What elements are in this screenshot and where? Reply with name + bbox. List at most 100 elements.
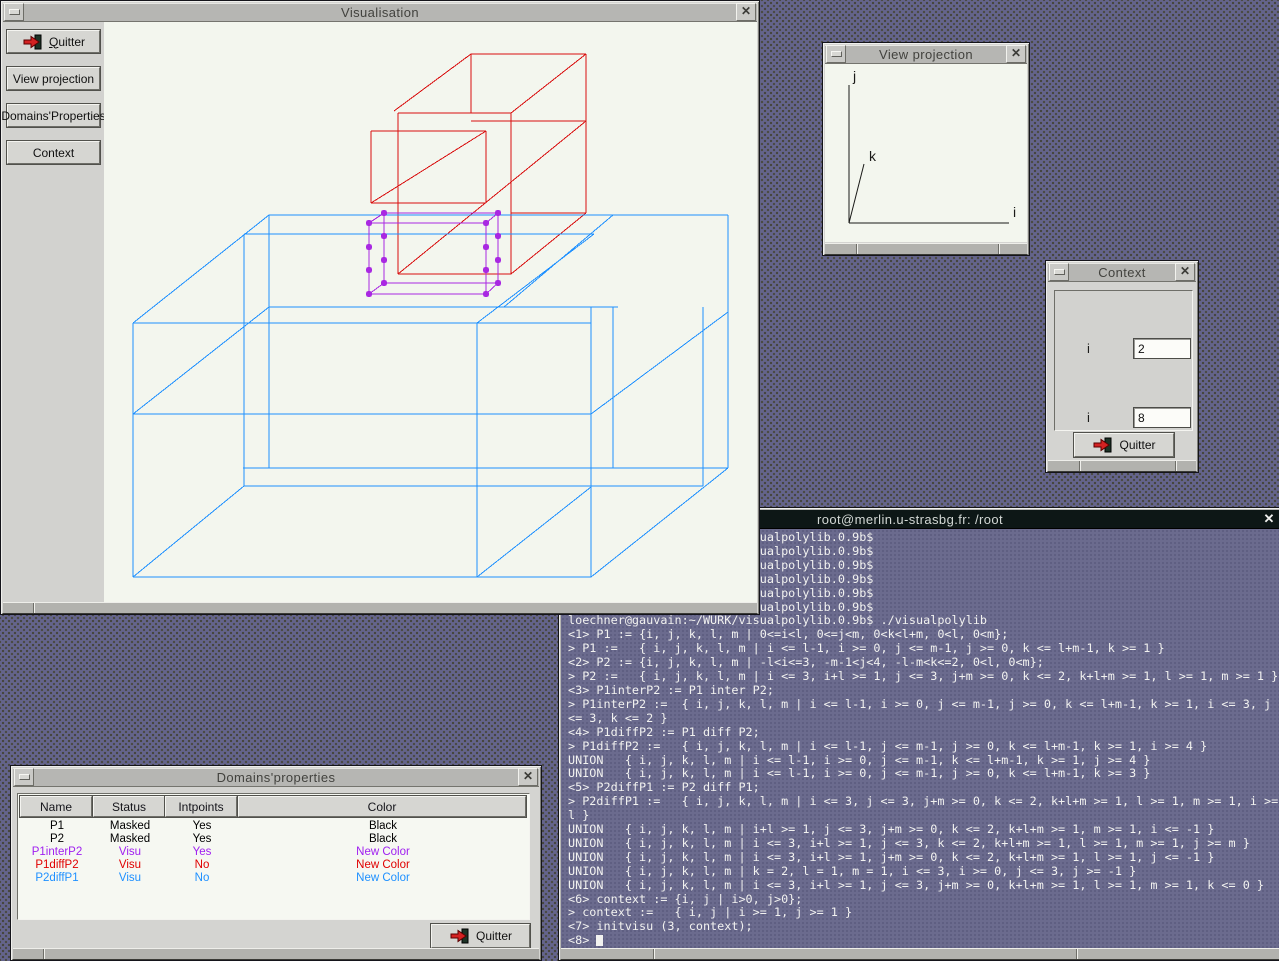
- table-row[interactable]: P1MaskedYesBlack: [20, 820, 527, 833]
- terminal-line: <1> P1 := {i, j, k, l, m | 0<=i<l, 0<=j<…: [568, 628, 1279, 642]
- context-window: Context ✕ i i Quitter: [1045, 260, 1199, 473]
- domains-table: Name Status Intpoints Color P1MaskedYesB…: [17, 793, 530, 920]
- cell-intpoints: Yes: [167, 820, 237, 832]
- column-header-name[interactable]: Name: [20, 796, 92, 817]
- cell-intpoints: No: [167, 872, 237, 884]
- quitter-button[interactable]: Quitter: [431, 924, 530, 948]
- resize-divider: [1079, 461, 1080, 471]
- quitter-button[interactable]: Quitter: [1074, 433, 1174, 457]
- exit-icon: [1092, 437, 1114, 453]
- menu-bar-glyph: [1054, 269, 1065, 275]
- terminal-line: > P2 := { i, j, k, l, m | i <= 3, i+l >=…: [568, 670, 1279, 684]
- axis-label-k: k: [869, 148, 877, 164]
- sidebar-item-context[interactable]: Context: [7, 141, 100, 164]
- terminal-line: > P1interP2 := { i, j, k, l, m | i <= l-…: [568, 698, 1279, 712]
- resize-bar[interactable]: [1048, 460, 1196, 471]
- cell-color_label: Black: [240, 820, 526, 832]
- window-menu-icon[interactable]: [4, 3, 24, 21]
- cell-color_label: New Color: [240, 846, 526, 858]
- terminal-line: UNION { i, j, k, l, m | i <= l-1, i >= 0…: [568, 767, 1279, 781]
- menu-bar-glyph: [19, 774, 30, 780]
- resize-bar[interactable]: [13, 948, 539, 959]
- sidebar-item-domains-properties[interactable]: Domains'Properties: [7, 104, 100, 127]
- context-titlebar[interactable]: Context ✕: [1048, 263, 1196, 282]
- terminal-line: loechner@gauvain:~/WURK/visualpolylib.0.…: [568, 614, 1279, 628]
- table-row[interactable]: P1interP2VisuYesNew Color: [20, 846, 527, 859]
- view-projection-window: View projection ✕ j k i: [822, 42, 1030, 256]
- terminal-line: l }: [568, 809, 1279, 823]
- domains-properties-window: Domains'properties ✕ Name Status Intpoin…: [10, 765, 542, 961]
- cell-color_label: New Color: [240, 859, 526, 871]
- close-icon[interactable]: ✕: [736, 3, 756, 21]
- resize-bar[interactable]: [561, 948, 1279, 959]
- window-menu-icon[interactable]: [826, 45, 846, 63]
- wireframe-p2diffp1-blue: [133, 215, 728, 577]
- window-title: Context: [1070, 265, 1174, 280]
- context-field-row: i: [1055, 407, 1192, 429]
- cell-name: P1: [22, 820, 92, 832]
- polyhedra-canvas[interactable]: [104, 22, 757, 603]
- visualisation-titlebar[interactable]: Visualisation ✕: [3, 3, 757, 22]
- context-panel: i i: [1054, 290, 1193, 431]
- resize-divider: [998, 244, 999, 254]
- table-row[interactable]: P2MaskedYesBlack: [20, 833, 527, 846]
- menu-bar-glyph: [831, 51, 842, 57]
- close-icon[interactable]: ✕: [1006, 45, 1026, 63]
- cell-intpoints: Yes: [167, 833, 237, 845]
- terminal-line: > P1diffP2 := { i, j, k, l, m | i <= l-1…: [568, 740, 1279, 754]
- terminal-line: <= 3, k <= 2 }: [568, 712, 1279, 726]
- domains-titlebar[interactable]: Domains'properties ✕: [13, 768, 539, 787]
- terminal-line: <5> P2diffP1 := P2 diff P1;: [568, 781, 1279, 795]
- exit-icon: [22, 34, 44, 50]
- terminal-line: > P2diffP1 := { i, j, k, l, m | i <= 3, …: [568, 795, 1279, 809]
- resize-bar[interactable]: [3, 602, 757, 613]
- cell-name: P1interP2: [22, 846, 92, 858]
- close-icon[interactable]: ✕: [1175, 263, 1195, 281]
- table-row[interactable]: P1diffP2VisuNoNew Color: [20, 859, 527, 872]
- column-header-color[interactable]: Color: [238, 796, 526, 817]
- quitter-button[interactable]: Quitter: [7, 30, 100, 53]
- resize-divider: [653, 949, 654, 959]
- cell-intpoints: No: [167, 859, 237, 871]
- terminal-line: UNION { i, j, k, l, m | k = 2, l = 1, m …: [568, 865, 1279, 879]
- column-header-intpoints[interactable]: Intpoints: [165, 796, 237, 817]
- view-projection-titlebar[interactable]: View projection ✕: [825, 45, 1027, 64]
- axis-label-i: i: [1013, 204, 1016, 220]
- wireframe-scene: [104, 22, 757, 603]
- menu-bar-glyph: [9, 9, 20, 15]
- wireframe-p1interp2-purple: [369, 213, 498, 294]
- resize-divider: [1076, 949, 1077, 959]
- terminal-line: UNION { i, j, k, l, m | i <= l-1, i >= 0…: [568, 754, 1279, 768]
- context-value-input[interactable]: [1133, 338, 1191, 359]
- window-menu-icon[interactable]: [14, 768, 34, 786]
- table-rows: P1MaskedYesBlackP2MaskedYesBlackP1interP…: [20, 820, 527, 885]
- window-title: View projection: [847, 47, 1005, 62]
- terminal-cursor: [596, 935, 603, 946]
- sidebar: Quitter View projection Domains'Propertie…: [3, 22, 104, 603]
- cell-name: P2diffP1: [22, 872, 92, 884]
- quitter-label: Quitter: [1119, 438, 1155, 452]
- cell-color_label: New Color: [240, 872, 526, 884]
- axis-label-j: j: [852, 68, 856, 84]
- field-label: i: [1087, 410, 1090, 425]
- window-title: Domains'properties: [35, 770, 517, 785]
- resize-bar[interactable]: [825, 243, 1027, 254]
- close-icon[interactable]: ✕: [1259, 511, 1279, 527]
- field-label: i: [1087, 341, 1090, 356]
- projection-axes-canvas[interactable]: j k i: [825, 64, 1027, 242]
- cell-status: Visu: [95, 859, 165, 871]
- cell-status: Masked: [95, 820, 165, 832]
- context-value-input[interactable]: [1133, 407, 1191, 428]
- sidebar-buttons: View projection Domains'Properties Context: [3, 67, 104, 164]
- terminal-line: <8>: [568, 934, 1279, 948]
- sidebar-item-view-projection[interactable]: View projection: [7, 67, 100, 90]
- column-header-status[interactable]: Status: [93, 796, 165, 817]
- wireframe-p1diffp2-red: [371, 54, 586, 274]
- close-icon[interactable]: ✕: [518, 768, 538, 786]
- window-menu-icon[interactable]: [1049, 263, 1069, 281]
- resize-divider: [1175, 461, 1176, 471]
- cell-color_label: Black: [240, 833, 526, 845]
- window-title: Visualisation: [25, 5, 735, 20]
- table-row[interactable]: P2diffP1VisuNoNew Color: [20, 872, 527, 885]
- quitter-label: Quitter: [476, 929, 512, 943]
